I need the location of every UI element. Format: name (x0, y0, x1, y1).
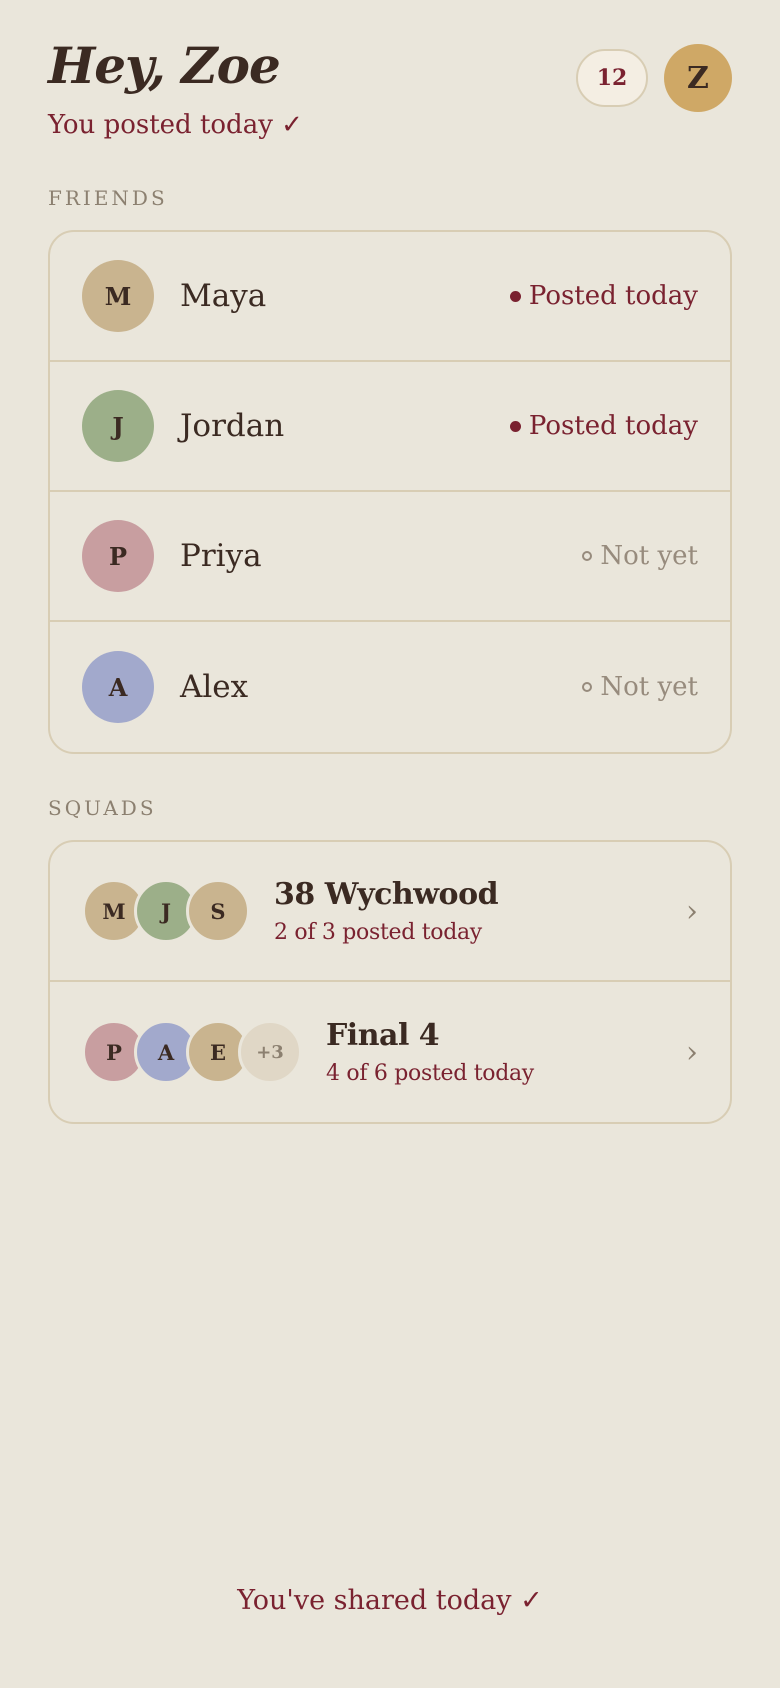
friend-avatar: A (82, 651, 154, 723)
friend-row-jordan[interactable]: J Jordan Posted today (50, 362, 730, 492)
squads-section-label: SQUADS (48, 796, 157, 820)
hollow-dot-icon (582, 551, 593, 561)
header: Hey, Zoe You posted today ✓ 12 Z (48, 36, 732, 140)
friend-name: Priya (180, 538, 262, 574)
friend-avatar: P (82, 520, 154, 592)
friends-section-label: FRIENDS (48, 186, 168, 210)
hollow-dot-icon (582, 682, 593, 692)
friend-name: Alex (180, 669, 249, 705)
friend-status-text: Posted today (528, 281, 698, 311)
posted-status: You posted today ✓ (48, 110, 303, 140)
chevron-right-icon: › (686, 1034, 698, 1070)
squad-member-avatars: M J S (82, 879, 250, 943)
streak-badge[interactable]: 12 (576, 49, 648, 107)
friend-status-text: Posted today (528, 411, 698, 441)
friend-status: Not yet (582, 541, 698, 571)
friend-row-alex[interactable]: A Alex Not yet (50, 622, 730, 752)
friend-status: Not yet (582, 672, 698, 702)
squad-progress: 4 of 6 posted today (326, 1061, 534, 1086)
friend-name: Maya (180, 278, 267, 314)
friend-status-text: Not yet (600, 672, 698, 702)
squad-info: Final 4 4 of 6 posted today (326, 1018, 674, 1086)
shared-today-footer: You've shared today ✓ (237, 1585, 543, 1616)
header-actions: 12 Z (576, 44, 732, 112)
friend-avatar: J (82, 390, 154, 462)
squad-info: 38 Wychwood 2 of 3 posted today (274, 877, 674, 945)
squad-row-final-4[interactable]: P A E +3 Final 4 4 of 6 posted today › (50, 982, 730, 1122)
friend-row-priya[interactable]: P Priya Not yet (50, 492, 730, 622)
friend-status: Posted today (509, 411, 698, 441)
filled-dot-icon (509, 420, 521, 432)
squads-list: M J S 38 Wychwood 2 of 3 posted today › … (48, 840, 732, 1124)
friend-status-text: Not yet (600, 541, 698, 571)
squad-name: 38 Wychwood (274, 877, 499, 912)
friend-name: Jordan (180, 408, 285, 444)
friend-status: Posted today (509, 281, 698, 311)
chevron-right-icon: › (686, 893, 698, 929)
friends-list: M Maya Posted today J Jordan Posted toda… (48, 230, 732, 754)
squad-member-avatars: P A E +3 (82, 1020, 302, 1084)
filled-dot-icon (509, 290, 521, 302)
profile-avatar[interactable]: Z (664, 44, 732, 112)
friend-avatar: M (82, 260, 154, 332)
squad-progress: 2 of 3 posted today (274, 920, 482, 945)
squad-row-38-wychwood[interactable]: M J S 38 Wychwood 2 of 3 posted today › (50, 842, 730, 982)
more-members-badge: +3 (238, 1020, 302, 1084)
member-avatar: S (186, 879, 250, 943)
friend-row-maya[interactable]: M Maya Posted today (50, 232, 730, 362)
squad-name: Final 4 (326, 1018, 440, 1053)
